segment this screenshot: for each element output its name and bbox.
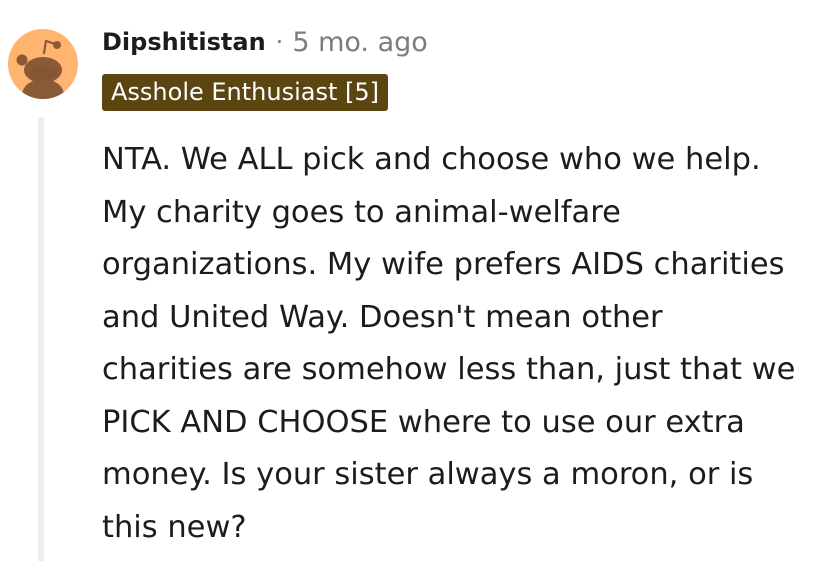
comment: Dipshitistan · 5 mo. ago Asshole Enthusi… (0, 0, 828, 561)
avatar[interactable] (8, 29, 78, 99)
thread-line[interactable] (38, 117, 44, 561)
comment-body: NTA. We ALL pick and choose who we help.… (102, 142, 796, 545)
meta-separator: · (275, 28, 284, 56)
user-flair-badge: Asshole Enthusiast [5] (102, 74, 389, 111)
username-link[interactable]: Dipshitistan (102, 28, 266, 56)
comment-meta: Dipshitistan · 5 mo. ago (102, 22, 428, 62)
snoo-avatar-icon (16, 39, 64, 99)
timestamp-link[interactable]: 5 mo. ago (292, 27, 427, 58)
